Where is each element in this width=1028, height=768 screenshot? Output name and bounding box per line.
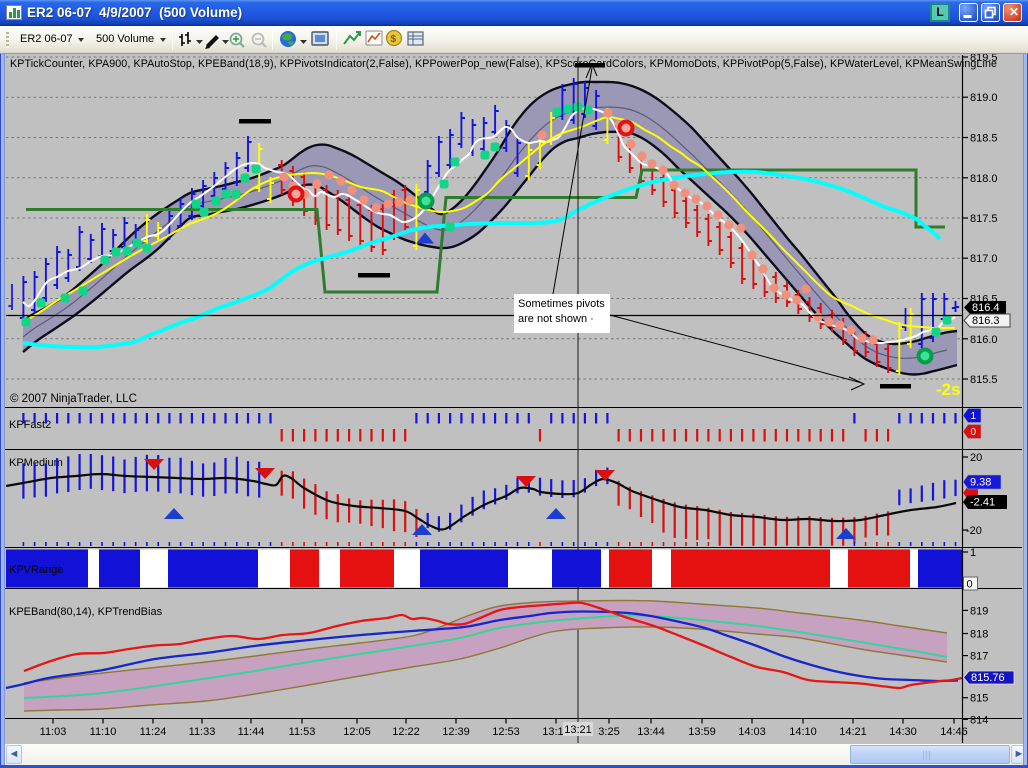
svg-text:12:39: 12:39 xyxy=(442,726,470,738)
svg-text:0: 0 xyxy=(971,427,977,438)
svg-text:816.4: 816.4 xyxy=(972,302,1000,314)
svg-text:9.38: 9.38 xyxy=(970,477,991,489)
svg-text:818.0: 818.0 xyxy=(970,173,998,185)
svg-text:14:21: 14:21 xyxy=(839,726,867,738)
svg-text:0: 0 xyxy=(967,579,973,591)
svg-text:12:05: 12:05 xyxy=(343,726,371,738)
svg-text:KPEBand(80,14), KPTrendBias: KPEBand(80,14), KPTrendBias xyxy=(9,606,163,618)
svg-text:1: 1 xyxy=(970,547,976,559)
svg-text:are not shown ·: are not shown · xyxy=(518,313,594,325)
svg-text:14:46: 14:46 xyxy=(940,726,968,738)
svg-text:12:53: 12:53 xyxy=(492,726,520,738)
svg-text:14:10: 14:10 xyxy=(789,726,817,738)
svg-text:KPMedium: KPMedium xyxy=(9,457,63,469)
svg-text:817.0: 817.0 xyxy=(970,253,998,265)
svg-text:13:59: 13:59 xyxy=(688,726,716,738)
svg-text:-2.41: -2.41 xyxy=(970,497,995,509)
svg-text:14:30: 14:30 xyxy=(889,726,917,738)
svg-text:$: $ xyxy=(391,34,397,45)
svg-text:13:44: 13:44 xyxy=(637,726,665,738)
svg-text:14:03: 14:03 xyxy=(738,726,766,738)
svg-text:816.0: 816.0 xyxy=(970,334,998,346)
svg-text:11:10: 11:10 xyxy=(90,726,117,738)
svg-text:11:03: 11:03 xyxy=(40,726,67,738)
svg-text:Sometimes pivots: Sometimes pivots xyxy=(518,298,605,310)
svg-text:818.5: 818.5 xyxy=(970,133,998,145)
svg-text:11:24: 11:24 xyxy=(140,726,167,738)
svg-text:12:22: 12:22 xyxy=(392,726,420,738)
svg-text:3:25: 3:25 xyxy=(598,726,619,738)
svg-text:20: 20 xyxy=(970,452,982,464)
svg-text:819.0: 819.0 xyxy=(970,92,998,104)
svg-text:815.76: 815.76 xyxy=(971,672,1005,684)
svg-text:1: 1 xyxy=(971,411,977,422)
svg-text:13:21: 13:21 xyxy=(564,724,592,736)
svg-text:819: 819 xyxy=(970,605,988,617)
svg-text:-20: -20 xyxy=(966,525,982,537)
svg-text:817.5: 817.5 xyxy=(970,213,998,225)
svg-text:KPVRange: KPVRange xyxy=(9,564,63,576)
svg-text:815: 815 xyxy=(970,693,988,705)
svg-text:© 2007 NinjaTrader, LLC: © 2007 NinjaTrader, LLC xyxy=(10,393,137,405)
svg-text:814: 814 xyxy=(970,714,988,726)
svg-text:11:33: 11:33 xyxy=(189,726,216,738)
svg-text:11:53: 11:53 xyxy=(289,726,316,738)
svg-text:11:44: 11:44 xyxy=(238,726,265,738)
svg-text:KPTickCounter, KPA900, KPAut: KPTickCounter, KPA900, KPAutoStop, KPEBa… xyxy=(10,58,997,70)
svg-text:817: 817 xyxy=(970,651,988,663)
svg-text:818: 818 xyxy=(970,629,988,641)
svg-text:815.5: 815.5 xyxy=(970,374,998,386)
svg-text:816.3: 816.3 xyxy=(972,315,1000,327)
svg-text:-2s: -2s xyxy=(936,380,961,399)
